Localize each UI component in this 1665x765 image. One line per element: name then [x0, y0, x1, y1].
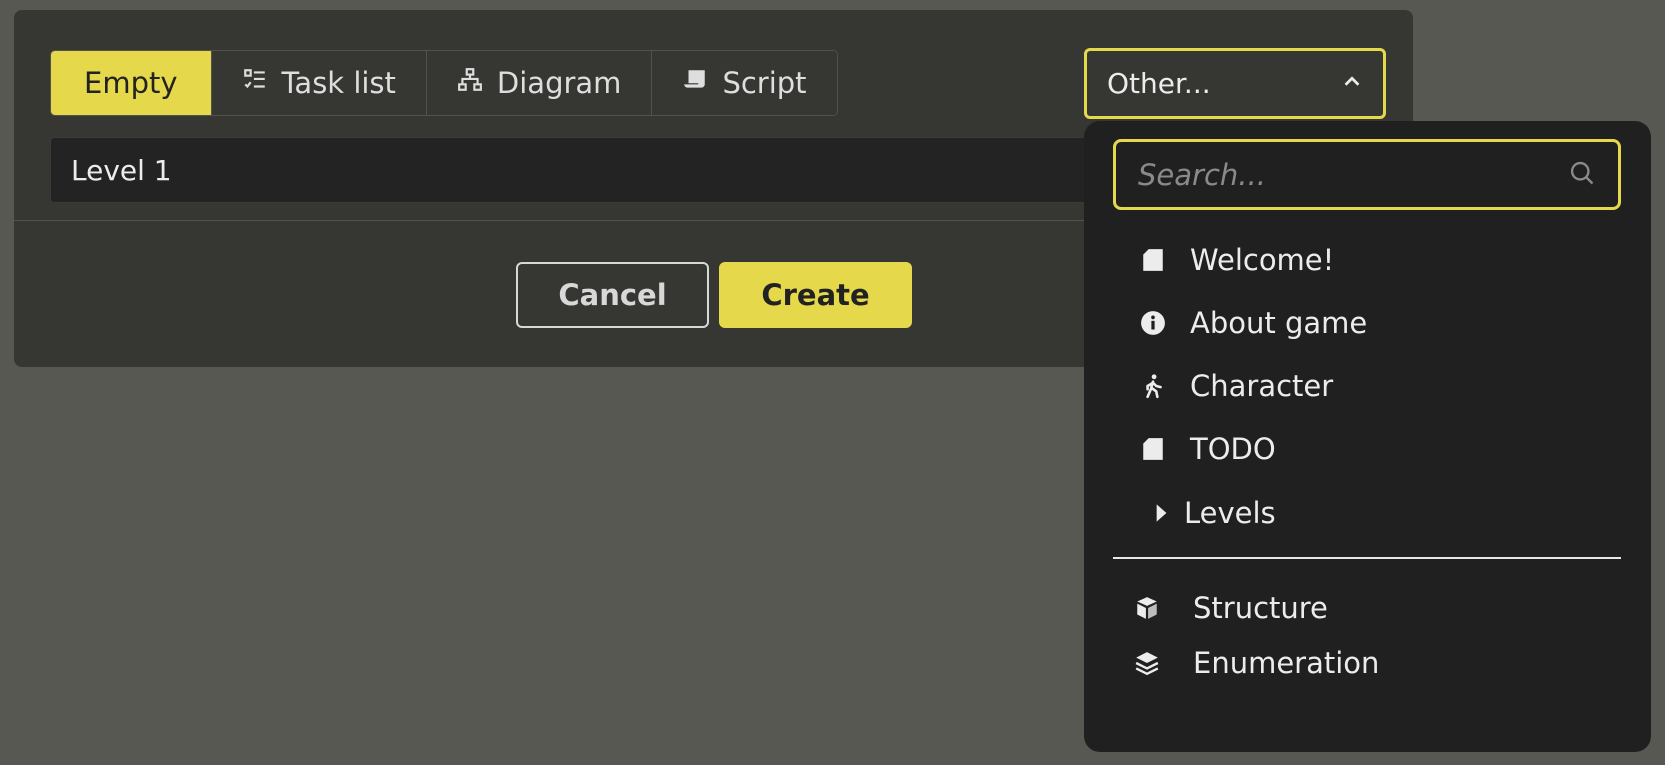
caret-right-icon	[1148, 500, 1184, 526]
dropdown-type-label: Structure	[1193, 591, 1328, 625]
template-tabs: Empty Task list Diagram Script	[50, 50, 838, 116]
document-name-input[interactable]: Level 1	[50, 137, 1150, 203]
document-icon	[1140, 436, 1190, 462]
dropdown-item-levels[interactable]: Levels	[1148, 489, 1276, 537]
walking-person-icon	[1140, 373, 1190, 399]
scroll-icon	[682, 66, 708, 100]
checklist-icon	[242, 66, 268, 100]
layers-icon	[1134, 650, 1193, 676]
document-icon	[1140, 247, 1190, 273]
dropdown-type-enumeration[interactable]: Enumeration	[1134, 639, 1379, 687]
chevron-up-icon	[1341, 67, 1363, 100]
dropdown-item-welcome[interactable]: Welcome!	[1140, 236, 1334, 284]
dropdown-divider	[1113, 557, 1621, 559]
other-template-select[interactable]: Other...	[1084, 48, 1386, 119]
tab-empty[interactable]: Empty	[51, 51, 212, 115]
dropdown-search-input[interactable]: Search...	[1113, 139, 1621, 210]
dropdown-item-label: Levels	[1184, 496, 1276, 530]
create-button[interactable]: Create	[719, 262, 912, 328]
tab-label: Diagram	[496, 66, 622, 100]
tab-script[interactable]: Script	[652, 51, 837, 115]
search-icon	[1568, 159, 1596, 191]
other-template-dropdown: Search... Welcome! About game Character …	[1084, 121, 1651, 752]
dropdown-item-label: Welcome!	[1190, 243, 1335, 277]
tab-label: Task list	[281, 66, 396, 100]
tab-label: Script	[722, 66, 807, 100]
tab-label: Empty	[84, 66, 178, 100]
dropdown-item-label: Character	[1190, 369, 1334, 403]
dropdown-item-label: TODO	[1190, 432, 1276, 466]
dropdown-item-todo[interactable]: TODO	[1140, 425, 1276, 473]
search-placeholder: Search...	[1138, 157, 1266, 192]
other-select-label: Other...	[1107, 67, 1211, 100]
info-icon	[1140, 310, 1190, 336]
dropdown-item-label: About game	[1190, 306, 1368, 340]
cube-icon	[1134, 595, 1193, 621]
tab-diagram[interactable]: Diagram	[426, 51, 653, 115]
diagram-icon	[457, 66, 483, 100]
dropdown-item-character[interactable]: Character	[1140, 362, 1333, 410]
dropdown-item-about-game[interactable]: About game	[1140, 299, 1367, 347]
dropdown-type-structure[interactable]: Structure	[1134, 584, 1328, 632]
dropdown-type-label: Enumeration	[1193, 646, 1380, 680]
tab-task-list[interactable]: Task list	[211, 51, 427, 115]
document-name-value: Level 1	[71, 153, 172, 187]
cancel-button[interactable]: Cancel	[516, 262, 709, 328]
